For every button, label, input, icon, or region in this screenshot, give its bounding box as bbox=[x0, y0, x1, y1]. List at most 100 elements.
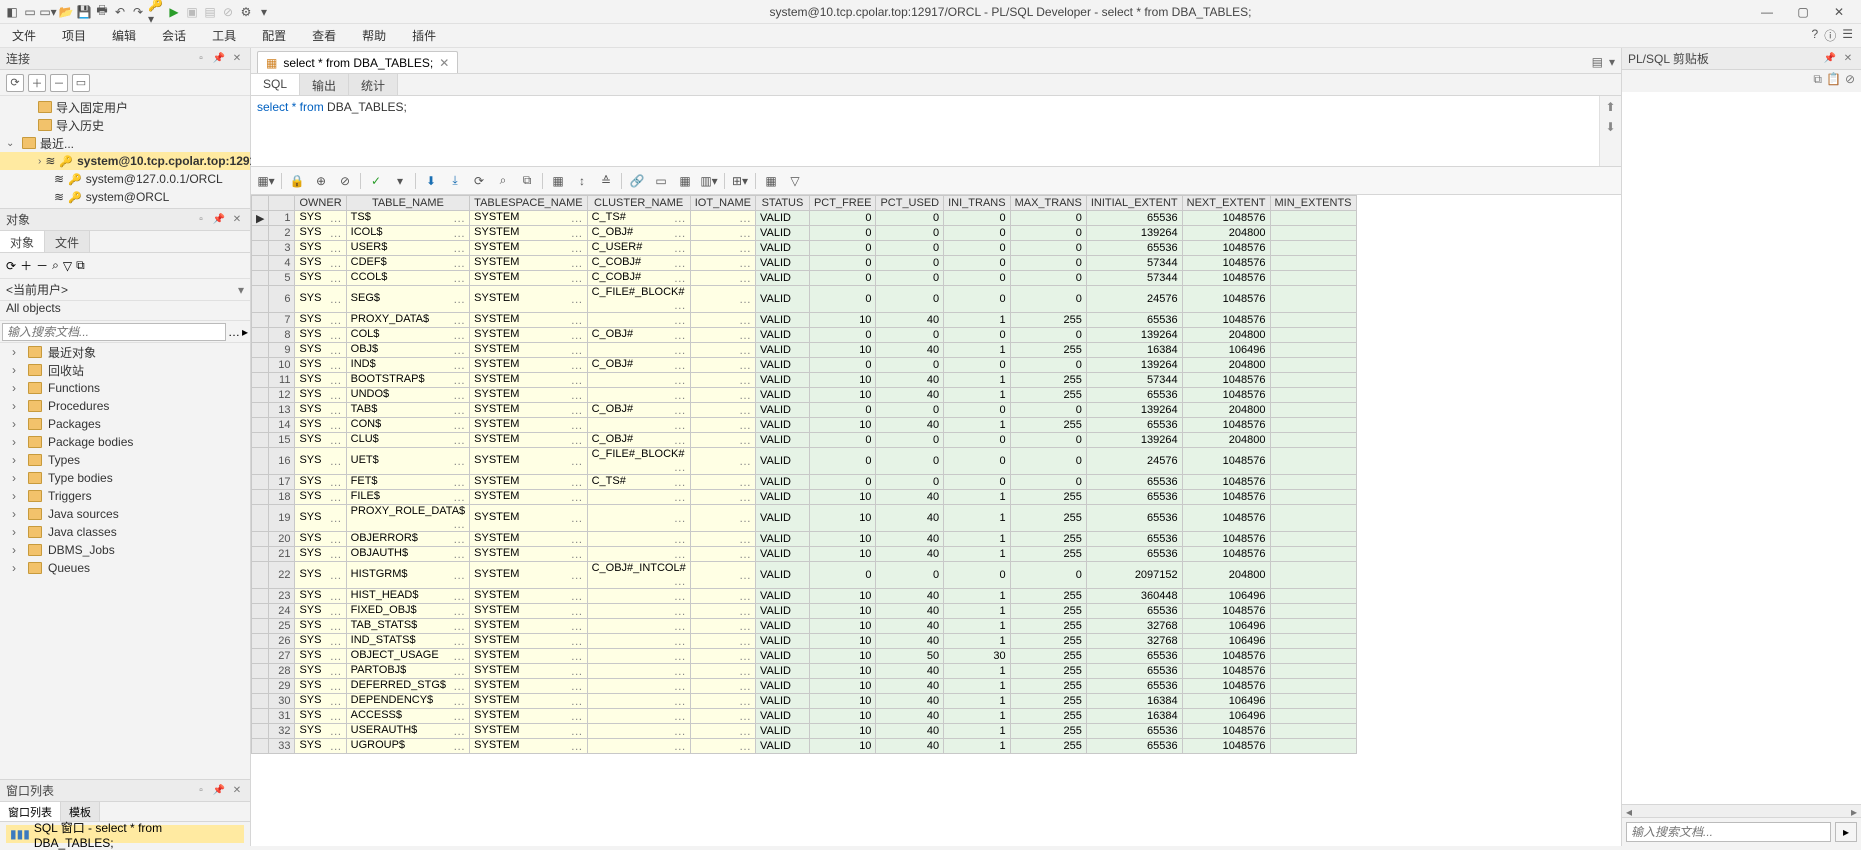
table-row[interactable]: 14SYS…CON$…SYSTEM………VALID104012556553610… bbox=[252, 418, 1357, 433]
panel-close-icon[interactable]: ✕ bbox=[230, 784, 244, 798]
table-row[interactable]: 5SYS…CCOL$…SYSTEM…C_COBJ#……VALID00005734… bbox=[252, 271, 1357, 286]
table-row[interactable]: 28SYS…PARTOBJ$…SYSTEM………VALID10401255655… bbox=[252, 664, 1357, 679]
print-icon[interactable]: 🖶 bbox=[94, 4, 110, 20]
table-row[interactable]: 12SYS…UNDO$…SYSTEM………VALID10401255655361… bbox=[252, 388, 1357, 403]
object-folder[interactable]: ›Queues bbox=[0, 559, 250, 577]
table-row[interactable]: 8SYS…COL$…SYSTEM…C_OBJ#……VALID0000139264… bbox=[252, 328, 1357, 343]
expand-icon[interactable]: › bbox=[12, 507, 22, 521]
column-header[interactable]: NEXT_EXTENT bbox=[1182, 196, 1270, 211]
find-icon[interactable]: ⌕ bbox=[494, 172, 512, 190]
table-row[interactable]: 4SYS…CDEF$…SYSTEM…C_COBJ#……VALID00005734… bbox=[252, 256, 1357, 271]
column-header[interactable]: MAX_TRANS bbox=[1010, 196, 1086, 211]
panel-close-icon[interactable]: ✕ bbox=[230, 52, 244, 66]
copy-icon[interactable]: ⧉ bbox=[1813, 72, 1822, 90]
object-filter[interactable]: All objects bbox=[0, 301, 250, 321]
new-icon[interactable]: ▭ bbox=[22, 4, 38, 20]
menu-help[interactable]: 帮助 bbox=[358, 25, 390, 46]
panel-pin-icon[interactable]: 📌 bbox=[212, 213, 226, 227]
panel-close-icon[interactable]: ✕ bbox=[230, 213, 244, 227]
table-row[interactable]: 27SYS…OBJECT_USAGE…SYSTEM………VALID1050302… bbox=[252, 649, 1357, 664]
run-icon[interactable]: ▶ bbox=[166, 4, 182, 20]
panel-close-icon[interactable]: ✕ bbox=[1841, 52, 1855, 66]
table-row[interactable]: 33SYS…UGROUP$…SYSTEM………VALID104012556553… bbox=[252, 739, 1357, 754]
expand-icon[interactable]: › bbox=[12, 417, 22, 431]
lock-icon[interactable]: 🔒 bbox=[288, 172, 306, 190]
menu-edit[interactable]: 编辑 bbox=[108, 25, 140, 46]
search-go-icon[interactable]: ▸ bbox=[1835, 822, 1857, 842]
table-row[interactable]: 2SYS…ICOL$…SYSTEM…C_OBJ#……VALID000013926… bbox=[252, 226, 1357, 241]
table-row[interactable]: 10SYS…IND$…SYSTEM…C_OBJ#……VALID000013926… bbox=[252, 358, 1357, 373]
expand-icon[interactable]: › bbox=[38, 156, 41, 167]
column-header[interactable]: INITIAL_EXTENT bbox=[1086, 196, 1182, 211]
compare-icon[interactable]: ≙ bbox=[597, 172, 615, 190]
info-icon[interactable]: ⓘ bbox=[1824, 27, 1836, 44]
panel-pin-icon[interactable]: 📌 bbox=[212, 784, 226, 798]
panel-pin-icon[interactable]: 📌 bbox=[212, 52, 226, 66]
tab-objects[interactable]: 对象 bbox=[0, 231, 45, 252]
connection-item[interactable]: ≋🔑system@127.0.0.1/ORCL bbox=[0, 170, 250, 188]
layout-icon[interactable]: ▤ bbox=[1592, 55, 1603, 69]
column-header[interactable]: TABLESPACE_NAME bbox=[470, 196, 587, 211]
panel-pin-icon[interactable]: 📌 bbox=[1823, 52, 1837, 66]
table-row[interactable]: 19SYS…PROXY_ROLE_DATA$…SYSTEM………VALID104… bbox=[252, 505, 1357, 532]
about-icon[interactable]: ☰ bbox=[1842, 27, 1853, 44]
column-header[interactable]: INI_TRANS bbox=[944, 196, 1010, 211]
fetch-icon[interactable]: ⬇ bbox=[422, 172, 440, 190]
single-icon[interactable]: ▭ bbox=[652, 172, 670, 190]
add-icon[interactable]: ＋ bbox=[28, 74, 46, 92]
chart-icon[interactable]: ▥▾ bbox=[700, 172, 718, 190]
object-folder[interactable]: ›Java sources bbox=[0, 505, 250, 523]
commit-icon[interactable]: ✓ bbox=[367, 172, 385, 190]
table-row[interactable]: 21SYS…OBJAUTH$…SYSTEM………VALID10401255655… bbox=[252, 547, 1357, 562]
column-header[interactable]: STATUS bbox=[755, 196, 809, 211]
table-row[interactable]: 16SYS…UET$…SYSTEM…C_FILE#_BLOCK#……VALID0… bbox=[252, 448, 1357, 475]
remove-icon[interactable]: － bbox=[50, 74, 68, 92]
expand-icon[interactable]: › bbox=[12, 543, 22, 557]
expand-icon[interactable]: › bbox=[12, 489, 22, 503]
object-folder[interactable]: ›DBMS_Jobs bbox=[0, 541, 250, 559]
column-header[interactable]: TABLE_NAME bbox=[346, 196, 470, 211]
menu-file[interactable]: 文件 bbox=[8, 25, 40, 46]
multi-icon[interactable]: ▦ bbox=[676, 172, 694, 190]
object-folder[interactable]: ›Package bodies bbox=[0, 433, 250, 451]
link-icon[interactable]: 🔗 bbox=[628, 172, 646, 190]
delete-icon[interactable]: ⊘ bbox=[1845, 72, 1855, 90]
column-header[interactable]: CLUSTER_NAME bbox=[587, 196, 690, 211]
object-folder[interactable]: ›Packages bbox=[0, 415, 250, 433]
object-folder[interactable]: ›Procedures bbox=[0, 397, 250, 415]
table-row[interactable]: 29SYS…DEFERRED_STG$…SYSTEM………VALID104012… bbox=[252, 679, 1357, 694]
minimize-button[interactable]: — bbox=[1749, 1, 1785, 23]
rollback-icon[interactable]: ▾ bbox=[391, 172, 409, 190]
new-dropdown-icon[interactable]: ▭▾ bbox=[40, 4, 56, 20]
refresh-icon[interactable]: ⟳ bbox=[6, 74, 24, 92]
nav-up-icon[interactable]: ⬆ bbox=[1605, 100, 1615, 114]
undo-icon[interactable]: ↶ bbox=[112, 4, 128, 20]
filter-icon[interactable]: ▽ bbox=[63, 259, 72, 273]
document-tab[interactable]: ▦ select * from DBA_TABLES; ✕ bbox=[257, 51, 458, 73]
column-header[interactable]: MIN_EXTENTS bbox=[1270, 196, 1356, 211]
expand-icon[interactable]: › bbox=[12, 399, 22, 413]
object-folder[interactable]: ›Type bodies bbox=[0, 469, 250, 487]
folder-icon[interactable]: ▭ bbox=[72, 74, 90, 92]
add-row-icon[interactable]: ⊕ bbox=[312, 172, 330, 190]
clipboard-search-input[interactable] bbox=[1626, 822, 1831, 842]
commit-icon[interactable]: ▤ bbox=[202, 4, 218, 20]
table-row[interactable]: 3SYS…USER$…SYSTEM…C_USER#……VALID00006553… bbox=[252, 241, 1357, 256]
fetch-all-icon[interactable]: ⤓ bbox=[446, 172, 464, 190]
connection-item[interactable]: ≋🔑system@ORCL bbox=[0, 188, 250, 206]
table-row[interactable]: 13SYS…TAB$…SYSTEM…C_OBJ#……VALID000013926… bbox=[252, 403, 1357, 418]
subtab-sql[interactable]: SQL bbox=[251, 74, 300, 95]
collapse-icon[interactable]: ⌄ bbox=[6, 138, 18, 149]
group-icon[interactable]: ⊞▾ bbox=[731, 172, 749, 190]
table-row[interactable]: 26SYS…IND_STATS$…SYSTEM………VALID104012553… bbox=[252, 634, 1357, 649]
export-icon[interactable]: ▦ bbox=[549, 172, 567, 190]
menu-tools[interactable]: 工具 bbox=[208, 25, 240, 46]
nav-down-icon[interactable]: ⬇ bbox=[1605, 120, 1615, 134]
tree-item[interactable]: 导入固定用户 bbox=[0, 98, 250, 116]
scroll-right-icon[interactable]: ▸ bbox=[1847, 805, 1861, 817]
menu-icon[interactable]: ▾ bbox=[1609, 55, 1615, 69]
menu-view[interactable]: 查看 bbox=[308, 25, 340, 46]
object-search-input[interactable] bbox=[2, 323, 226, 341]
filter-icon[interactable]: ▽ bbox=[786, 172, 804, 190]
object-folder[interactable]: ›回收站 bbox=[0, 361, 250, 379]
